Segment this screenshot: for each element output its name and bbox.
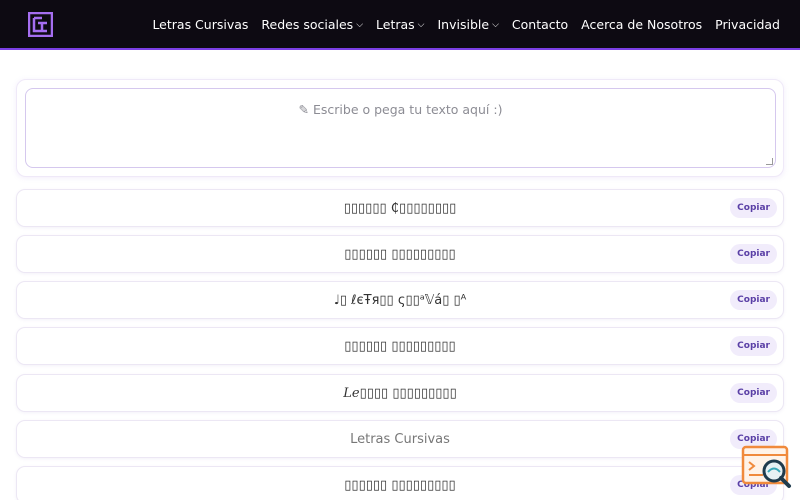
- top-navbar: Letras Cursivas Redes sociales ⌵ Letras ⌵ …: [0, 0, 800, 50]
- result-row[interactable]: ▯▯▯▯▯▯ ₵▯▯▯▯▯▯▯▯ Copiar: [16, 189, 784, 227]
- nav-redes-sociales[interactable]: Redes sociales ⌵: [261, 17, 363, 32]
- nav-label: Redes sociales: [261, 16, 354, 32]
- result-text: 𝐿𝑒▯▯▯▯ ▯▯▯▯▯▯▯▯▯: [343, 385, 457, 401]
- result-text: ▯▯▯▯▯▯ ▯▯▯▯▯▯▯▯▯: [344, 338, 456, 354]
- nav-contacto[interactable]: Contacto: [512, 17, 568, 32]
- nav-letras-cursivas[interactable]: Letras Cursivas: [152, 17, 248, 32]
- nav-label: Letras: [376, 16, 415, 32]
- copy-button[interactable]: Copiar: [730, 244, 777, 264]
- copy-button[interactable]: Copiar: [730, 383, 777, 403]
- nav-privacidad[interactable]: Privacidad: [715, 17, 780, 32]
- nav-label: Contacto: [511, 16, 569, 32]
- chevron-down-icon: ⌵: [492, 20, 499, 30]
- nav-label: Letras Cursivas: [152, 16, 249, 32]
- nav-invisible[interactable]: Invisible ⌵: [438, 17, 499, 32]
- nav-label: Acerca de Nosotros: [581, 16, 703, 32]
- result-row[interactable]: ♩▯ ℓєŦя▯▯ ς▯▯ᵃ𝕍á▯ ▯ᴬ Copiar: [16, 281, 784, 319]
- result-text: ▯▯▯▯▯▯ ▯▯▯▯▯▯▯▯▯: [344, 246, 456, 262]
- result-text: ▯▯▯▯▯▯ ₵▯▯▯▯▯▯▯▯: [343, 200, 457, 216]
- result-text: ▯▯▯▯▯▯ ▯▯▯▯▯▯▯▯▯: [344, 477, 456, 493]
- main-nav: Letras Cursivas Redes sociales ⌵ Letras ⌵ …: [139, 0, 780, 48]
- site-logo-icon[interactable]: [28, 12, 53, 37]
- result-row[interactable]: ▯▯▯▯▯▯ ▯▯▯▯▯▯▯▯▯ Copiar: [16, 235, 784, 273]
- result-row[interactable]: ▯▯▯▯▯▯ ▯▯▯▯▯▯▯▯▯ Copiar: [16, 466, 784, 500]
- nav-acerca[interactable]: Acerca de Nosotros: [581, 17, 702, 32]
- result-row[interactable]: Letras Cursivas Copiar: [16, 420, 784, 458]
- result-text: ♩▯ ℓєŦя▯▯ ς▯▯ᵃ𝕍á▯ ▯ᴬ: [333, 292, 467, 308]
- resize-handle-icon[interactable]: [766, 158, 773, 165]
- copy-button[interactable]: Copiar: [730, 198, 777, 218]
- code-search-icon[interactable]: [741, 445, 793, 489]
- input-placeholder: ✎ Escribe o pega tu texto aquí :): [298, 102, 503, 117]
- result-row[interactable]: 𝐿𝑒▯▯▯▯ ▯▯▯▯▯▯▯▯▯ Copiar: [16, 374, 784, 412]
- nav-letras[interactable]: Letras ⌵: [376, 17, 424, 32]
- result-row[interactable]: ▯▯▯▯▯▯ ▯▯▯▯▯▯▯▯▯ Copiar: [16, 327, 784, 365]
- copy-button[interactable]: Copiar: [730, 290, 777, 310]
- copy-button[interactable]: Copiar: [730, 336, 777, 356]
- nav-label: Invisible: [437, 16, 490, 32]
- nav-label: Privacidad: [715, 16, 780, 32]
- text-input[interactable]: ✎ Escribe o pega tu texto aquí :): [25, 88, 776, 168]
- result-text: Letras Cursivas: [350, 431, 450, 447]
- text-input-card: ✎ Escribe o pega tu texto aquí :): [16, 79, 784, 177]
- chevron-down-icon: ⌵: [417, 20, 425, 30]
- chevron-down-icon: ⌵: [356, 20, 364, 30]
